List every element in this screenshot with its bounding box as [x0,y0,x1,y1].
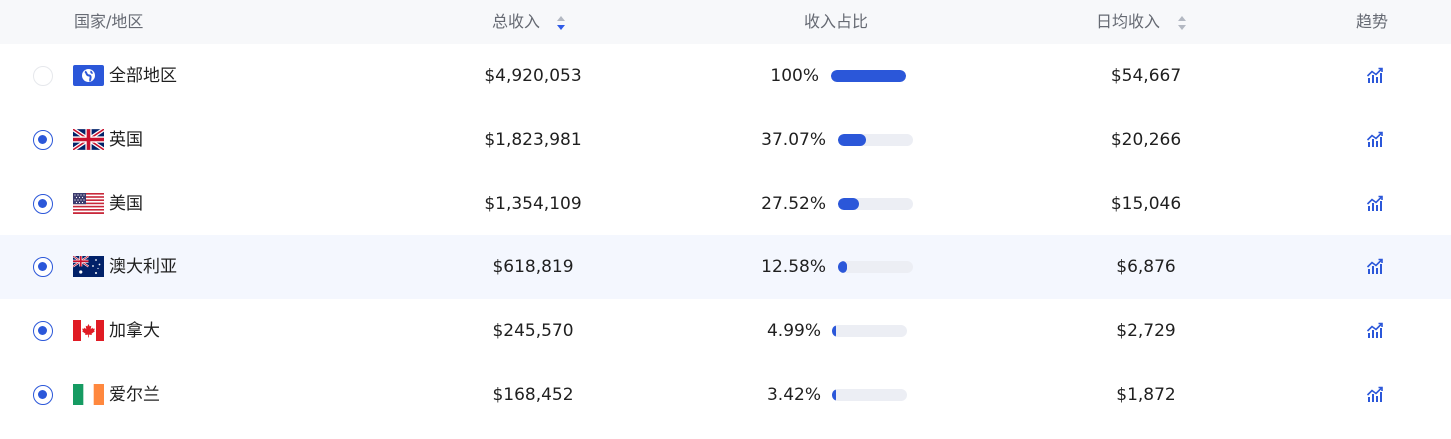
daily-revenue: $54,667 [1110,66,1182,86]
total-revenue: $168,452 [492,385,574,405]
revenue-share-percent: 37.07% [761,129,826,150]
table-row[interactable]: 澳大利亚 $618,819 12.58% $6,876 [0,235,1451,300]
trend-chart-icon[interactable] [1366,258,1384,276]
revenue-share-bar [838,133,913,146]
sort-daily-icon[interactable] [1178,14,1188,32]
revenue-by-country-table: 国家/地区 总收入 收入占比 日均收入 趋势 全部地区 $4,920,053 100… [0,0,1451,439]
revenue-share-percent: 27.52% [761,193,826,214]
revenue-share-bar-fill [838,261,847,274]
australia-flag-icon [73,256,104,278]
row-select-radio[interactable] [33,321,53,342]
table-row[interactable]: 爱尔兰 $168,452 3.42% $1,872 [0,363,1451,427]
revenue-share-bar-fill [832,389,836,401]
row-select-radio[interactable] [33,66,53,86]
revenue-share-percent: 12.58% [761,257,826,278]
ireland-flag-icon [73,384,104,405]
revenue-share-bar-fill [832,325,836,338]
country-name: 英国 [109,129,143,150]
revenue-share-percent: 4.99% [766,321,821,342]
revenue-share-bar [838,197,913,210]
revenue-share-bar-fill [838,197,859,210]
country-name: 爱尔兰 [109,385,160,405]
table-row[interactable]: 美国 $1,354,109 27.52% $15,046 [0,172,1451,236]
revenue-share-percent: 3.42% [766,385,821,405]
row-select-radio[interactable] [33,385,53,405]
table-row[interactable]: 英国 $1,823,981 37.07% $20,266 [0,108,1451,172]
column-header-revenue-share: 收入占比 [804,12,869,31]
daily-revenue: $15,046 [1110,193,1182,214]
trend-chart-icon[interactable] [1366,131,1384,149]
revenue-share-bar-fill [831,70,906,82]
trend-chart-icon[interactable] [1366,195,1384,213]
country-name: 加拿大 [109,321,160,342]
trend-chart-icon[interactable] [1366,386,1384,404]
canada-flag-icon [73,320,104,342]
total-revenue: $618,819 [492,257,574,278]
row-select-radio[interactable] [33,129,53,150]
us-flag-icon [73,192,104,214]
total-revenue: $4,920,053 [484,66,582,86]
revenue-share-bar [832,325,907,338]
globe-icon [73,65,104,86]
revenue-share-bar [831,70,906,82]
column-header-trend: 趋势 [1356,12,1389,31]
uk-flag-icon [73,128,104,150]
daily-revenue: $20,266 [1110,129,1182,150]
column-header-total-revenue[interactable]: 总收入 [492,0,540,44]
table-row[interactable]: 加拿大 $245,570 4.99% $2,729 [0,299,1451,363]
sort-total-icon[interactable] [557,14,567,32]
revenue-share-bar [838,261,913,274]
revenue-share-percent: 100% [770,66,819,86]
total-revenue: $245,570 [492,321,574,342]
country-name: 全部地区 [109,66,177,86]
table-row[interactable]: 全部地区 $4,920,053 100% $54,667 [0,44,1451,108]
daily-revenue: $6,876 [1116,257,1176,278]
country-name: 澳大利亚 [109,257,177,278]
trend-chart-icon[interactable] [1366,67,1384,85]
daily-revenue: $1,872 [1116,385,1176,405]
trend-chart-icon[interactable] [1366,322,1384,340]
revenue-share-bar [832,389,907,401]
country-name: 美国 [109,193,143,214]
column-header-country: 国家/地区 [74,12,144,31]
daily-revenue: $2,729 [1116,321,1176,342]
row-select-radio[interactable] [33,257,53,278]
column-header-daily-revenue[interactable]: 日均收入 [1096,0,1160,44]
revenue-share-bar-fill [838,133,866,146]
total-revenue: $1,354,109 [484,193,582,214]
table-header: 国家/地区 总收入 收入占比 日均收入 趋势 [0,0,1451,44]
total-revenue: $1,823,981 [484,129,582,150]
row-select-radio[interactable] [33,193,53,214]
